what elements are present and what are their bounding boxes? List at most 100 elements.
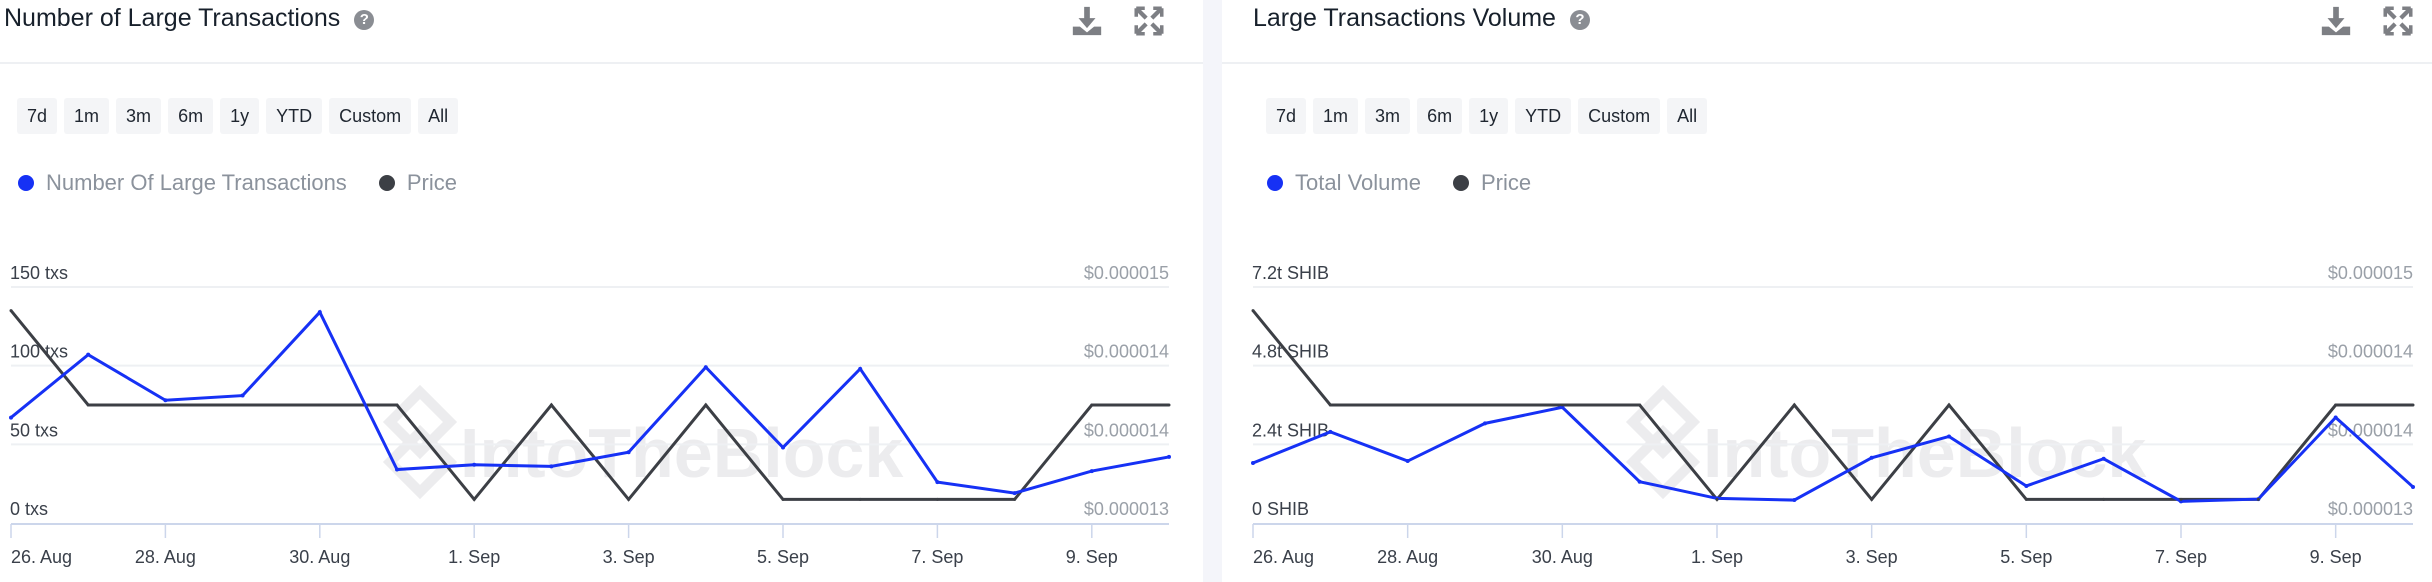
primary-series-point <box>2024 483 2029 488</box>
range-button-1y[interactable]: 1y <box>220 98 260 134</box>
price-series-point <box>318 403 322 407</box>
range-button-7d[interactable]: 7d <box>17 98 58 134</box>
price-series-point <box>1638 403 1642 407</box>
primary-series-point <box>935 480 940 485</box>
primary-series-point <box>1089 469 1094 474</box>
range-button-3m[interactable]: 3m <box>1365 98 1411 134</box>
legend-item[interactable]: Total Volume <box>1267 170 1421 196</box>
price-series-point <box>241 403 245 407</box>
x-axis-tick-label: 3. Sep <box>1846 547 1898 567</box>
primary-series-point <box>1637 479 1642 484</box>
primary-series-point <box>2411 484 2415 489</box>
price-series-point <box>1328 403 1332 407</box>
primary-series-point <box>1012 491 1017 496</box>
price-series-point <box>627 497 631 501</box>
primary-series-point <box>317 310 322 315</box>
panel-title: Number of Large Transactions? <box>4 4 375 33</box>
x-axis-tick-label: 7. Sep <box>2155 547 2207 567</box>
primary-series-point <box>1483 421 1487 426</box>
primary-series-point <box>781 445 785 450</box>
primary-series-point <box>703 365 708 370</box>
legend-label: Price <box>406 170 457 195</box>
y-axis-left-tick-label: 0 SHIB <box>1252 499 1309 519</box>
price-series-point <box>2411 403 2415 407</box>
range-button-custom[interactable]: Custom <box>1578 98 1661 134</box>
price-series-point <box>1560 403 1564 407</box>
primary-series-point <box>1251 461 1255 466</box>
y-axis-right-tick-label: $0.000015 <box>2328 263 2413 283</box>
y-axis-right-tick-label: $0.000013 <box>2328 499 2413 519</box>
range-button-ytd[interactable]: YTD <box>266 98 323 134</box>
x-axis-tick-label: 1. Sep <box>448 547 500 567</box>
help-icon[interactable]: ? <box>354 10 375 30</box>
y-axis-left-tick-label: 0 txs <box>10 499 48 519</box>
primary-series-point <box>1405 459 1410 464</box>
price-series-point <box>1090 403 1094 407</box>
y-axis-left-tick-label: 50 txs <box>10 420 58 440</box>
watermark-text: IntoTheBlock <box>460 414 903 492</box>
panel-title-text: Large Transactions Volume <box>1253 4 1556 32</box>
range-button-1m[interactable]: 1m <box>64 98 110 134</box>
price-series-point <box>1870 497 1874 501</box>
range-button-1m[interactable]: 1m <box>1313 98 1359 134</box>
price-series-point <box>2334 403 2338 407</box>
x-axis-tick-label: 5. Sep <box>757 547 809 567</box>
expand-icon[interactable] <box>2381 4 2415 38</box>
range-button-ytd[interactable]: YTD <box>1515 98 1572 134</box>
x-axis-tick-label: 28. Aug <box>1377 547 1438 567</box>
x-axis-tick-label: 1. Sep <box>1691 547 1743 567</box>
primary-series-point <box>626 450 631 455</box>
primary-series-point <box>1869 455 1874 460</box>
primary-series-point <box>9 415 13 420</box>
primary-series-point <box>86 352 91 357</box>
primary-series-point <box>2333 415 2338 420</box>
price-series-point <box>163 403 167 407</box>
x-axis-tick-label: 5. Sep <box>2000 547 2052 567</box>
large-transactions-panel: Number of Large Transactions? 7d 1m 3m 6m 1y… <box>0 0 1203 582</box>
range-button-all[interactable]: All <box>1667 98 1708 134</box>
price-series-point <box>472 497 476 501</box>
price-series-point <box>1947 403 1951 407</box>
price-series-point <box>1715 497 1719 501</box>
range-selector: 7d 1m 3m 6m 1y YTD Custom All <box>1266 98 1708 134</box>
price-series-point <box>549 403 553 407</box>
x-axis-tick-label: 30. Aug <box>1532 547 1593 567</box>
price-series-point <box>395 403 399 407</box>
range-button-all[interactable]: All <box>418 98 459 134</box>
download-icon[interactable] <box>1070 4 1104 38</box>
range-button-3m[interactable]: 3m <box>116 98 162 134</box>
price-series-point <box>86 403 90 407</box>
x-axis-tick-label: 7. Sep <box>911 547 963 567</box>
primary-series-point <box>1792 498 1797 503</box>
legend-label: Number Of Large Transactions <box>46 170 347 195</box>
range-selector: 7d 1m 3m 6m 1y YTD Custom All <box>17 98 459 134</box>
download-icon[interactable] <box>2319 4 2353 38</box>
line-chart: IntoTheBlock0 SHIB $0.0000132.4t SHIB $0.0… <box>1251 263 2415 567</box>
price-series-point <box>1251 309 1255 313</box>
price-series-point <box>1483 403 1487 407</box>
primary-series-point <box>472 462 477 467</box>
price-series-point <box>1792 403 1796 407</box>
range-button-1y[interactable]: 1y <box>1469 98 1509 134</box>
legend-dot-icon <box>1452 175 1469 191</box>
legend-dot-icon <box>378 175 395 191</box>
legend-item[interactable]: Price <box>1452 170 1532 196</box>
range-button-6m[interactable]: 6m <box>168 98 214 134</box>
x-axis-tick-label: 9. Sep <box>2310 547 2362 567</box>
y-axis-right-tick-label: $0.000014 <box>1084 420 1169 440</box>
primary-series-point <box>163 398 168 403</box>
expand-icon[interactable] <box>1132 4 1166 38</box>
range-button-6m[interactable]: 6m <box>1417 98 1463 134</box>
help-icon[interactable]: ? <box>1569 10 1590 30</box>
legend-item[interactable]: Number Of Large Transactions <box>18 170 347 196</box>
range-button-custom[interactable]: Custom <box>329 98 412 134</box>
price-series-point <box>2256 497 2260 501</box>
price-series-point <box>1167 403 1171 407</box>
price-series-point <box>1406 403 1410 407</box>
range-button-7d[interactable]: 7d <box>1266 98 1307 134</box>
y-axis-left-tick-label: 7.2t SHIB <box>1252 263 1329 283</box>
price-series-point <box>9 309 13 313</box>
legend-item[interactable]: Price <box>378 170 457 196</box>
panel-header: Large Transactions Volume? <box>1222 0 2432 64</box>
legend-label: Price <box>1480 170 1532 195</box>
